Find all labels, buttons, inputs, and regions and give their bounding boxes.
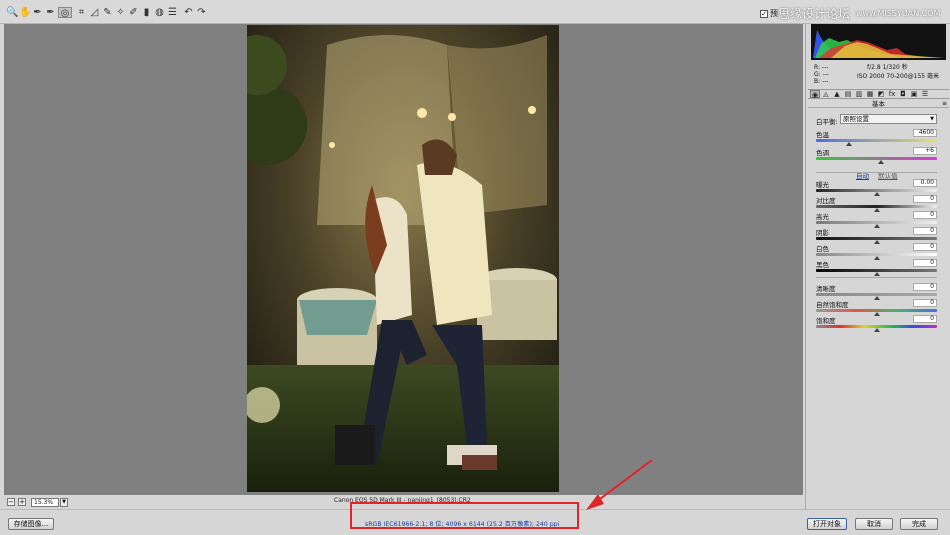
graduated-filter-icon[interactable]: ▮: [141, 7, 152, 18]
rotate-right-icon[interactable]: ↷: [196, 7, 207, 18]
slider-thumb-shadows[interactable]: [873, 240, 880, 244]
slider-label-clarity: 清晰度: [816, 285, 836, 293]
slider-thumb-exposure[interactable]: [873, 192, 880, 196]
tab-split-toning-icon[interactable]: ▥: [854, 90, 864, 98]
readout-b: B: ---: [814, 78, 829, 85]
section-header: 基本 ≡: [808, 100, 949, 108]
tab-fx-icon[interactable]: fx: [887, 90, 897, 98]
readout-g: G: ---: [814, 71, 830, 78]
slider-track-temperature[interactable]: [816, 139, 937, 142]
exif-aperture-shutter: f/2.8 1/320 秒: [867, 64, 908, 71]
slider-thumb-temperature[interactable]: [845, 142, 852, 146]
tab-effects-icon[interactable]: ◩: [876, 90, 886, 98]
done-button[interactable]: 完成: [900, 518, 938, 530]
slider-value-clarity[interactable]: 0: [913, 283, 937, 291]
red-eye-tool-icon[interactable]: ✧: [115, 7, 126, 18]
zoom-in-button[interactable]: +: [18, 498, 26, 506]
slider-thumb-blacks[interactable]: [873, 272, 880, 276]
preview-toggle[interactable]: ✓ 预: [760, 8, 778, 19]
slider-thumb-whites[interactable]: [873, 256, 880, 260]
spot-removal-tool-icon[interactable]: ✎: [102, 7, 113, 18]
slider-label-saturation: 饱和度: [816, 317, 836, 325]
slider-thumb-tint[interactable]: [878, 160, 885, 164]
slider-value-blacks[interactable]: 0: [913, 259, 937, 267]
slider-label-whites: 白色: [816, 245, 829, 253]
white-balance-label: 白平衡:: [816, 118, 838, 126]
slider-label-shadows: 阴影: [816, 229, 829, 237]
watermark-url: www.MISSYUAN.COM: [856, 9, 941, 18]
histogram: [811, 24, 946, 60]
watermark-logo-text: 思缘设计论坛: [778, 7, 851, 21]
panel-menu-icon[interactable]: ≡: [942, 100, 947, 108]
annotation-highlight-box: [350, 502, 579, 529]
zoom-tool-icon[interactable]: 🔍: [6, 7, 18, 18]
hand-tool-icon[interactable]: ✋: [19, 7, 31, 18]
image-canvas[interactable]: [4, 24, 803, 495]
panel-tab-bar: ◉ ◬ ▲ ▤ ▥ ▦ ◩ fx ◘ ▣ ☰: [808, 89, 949, 99]
preview-checkbox[interactable]: ✓: [760, 9, 768, 18]
slider-thumb-saturation[interactable]: [873, 328, 880, 332]
readout-r: R: ---: [814, 64, 829, 71]
slider-thumb-contrast[interactable]: [873, 208, 880, 212]
tab-tone-curve-icon[interactable]: ◬: [821, 90, 831, 98]
rotate-left-icon[interactable]: ↶: [183, 7, 194, 18]
slider-label-temperature: 色温: [816, 131, 829, 139]
tab-hsl-icon[interactable]: ▤: [843, 90, 853, 98]
slider-label-highlights: 高光: [816, 213, 829, 221]
tab-detail-icon[interactable]: ▲: [832, 90, 842, 98]
adjustment-panel: R: --- G: --- B: --- f/2.8 1/320 秒 ISO 2…: [805, 24, 950, 509]
radial-filter-icon[interactable]: ◍: [154, 7, 165, 18]
straighten-tool-icon[interactable]: ◿: [89, 7, 100, 18]
targeted-adjustment-tool-icon[interactable]: ◎: [58, 7, 72, 19]
slider-label-contrast: 对比度: [816, 197, 836, 205]
white-balance-tool-icon[interactable]: ✒: [32, 7, 43, 18]
slider-label-tint: 色调: [816, 149, 829, 157]
slider-value-vibrance[interactable]: 0: [913, 299, 937, 307]
slider-value-contrast[interactable]: 0: [913, 195, 937, 203]
photo-preview: [247, 25, 559, 492]
slider-thumb-clarity[interactable]: [873, 296, 880, 300]
tab-snapshots-icon[interactable]: ☰: [920, 90, 930, 98]
tab-lens-corrections-icon[interactable]: ▦: [865, 90, 875, 98]
pixel-readout: R: --- G: --- B: --- f/2.8 1/320 秒 ISO 2…: [811, 63, 946, 87]
white-balance-value: 原照设置: [843, 115, 869, 123]
slider-value-exposure[interactable]: 0.00: [913, 179, 937, 187]
save-image-button[interactable]: 存储图像...: [8, 518, 54, 530]
slider-value-shadows[interactable]: 0: [913, 227, 937, 235]
slider-track-tint[interactable]: [816, 157, 937, 160]
tab-basic-icon[interactable]: ◉: [810, 90, 820, 99]
section-divider: [816, 277, 937, 278]
zoom-dropdown-icon[interactable]: ▼: [60, 497, 68, 507]
crop-tool-icon[interactable]: ⌗: [76, 7, 87, 18]
adjustment-brush-icon[interactable]: ✐: [128, 7, 139, 18]
zoom-level-field[interactable]: 15.3%: [31, 497, 59, 507]
preview-label: 预: [770, 9, 778, 18]
preferences-icon[interactable]: ☰: [167, 7, 178, 18]
tab-camera-calibration-icon[interactable]: ◘: [898, 90, 908, 98]
slider-thumb-highlights[interactable]: [873, 224, 880, 228]
chevron-down-icon: ▼: [930, 116, 934, 122]
cancel-button[interactable]: 取消: [855, 518, 893, 530]
open-object-button[interactable]: 打开对象: [807, 518, 847, 530]
tab-presets-icon[interactable]: ▣: [909, 90, 919, 98]
slider-value-whites[interactable]: 0: [913, 243, 937, 251]
section-title: 基本: [872, 100, 885, 108]
section-divider: [816, 172, 937, 173]
slider-value-temperature[interactable]: 4600: [913, 129, 937, 137]
color-sampler-tool-icon[interactable]: ✒: [45, 7, 56, 18]
slider-label-blacks: 黑色: [816, 261, 829, 269]
white-balance-select[interactable]: 原照设置 ▼: [840, 114, 937, 124]
slider-thumb-vibrance[interactable]: [873, 312, 880, 316]
slider-value-tint[interactable]: +6: [913, 147, 937, 155]
zoom-out-button[interactable]: −: [7, 498, 15, 506]
exif-iso-lens: ISO 2000 70-200@155 毫米: [857, 73, 939, 80]
slider-label-exposure: 曝光: [816, 181, 829, 189]
slider-value-saturation[interactable]: 0: [913, 315, 937, 323]
slider-value-highlights[interactable]: 0: [913, 211, 937, 219]
slider-label-vibrance: 自然饱和度: [816, 301, 849, 309]
